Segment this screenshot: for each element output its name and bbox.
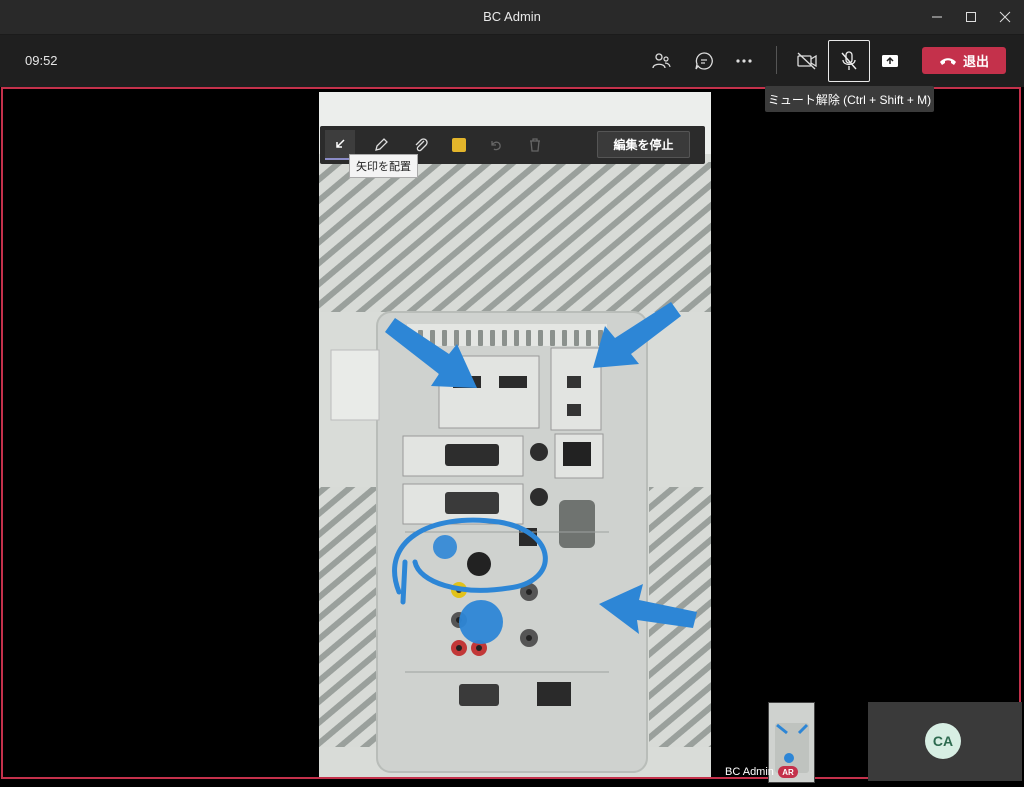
undo-button[interactable] [481, 130, 511, 160]
audio-in-2 [530, 488, 548, 506]
more-icon [736, 59, 752, 63]
stop-editing-button[interactable]: 編集を停止 [597, 131, 690, 158]
camera-off-icon [797, 52, 817, 70]
remote-participant-tile[interactable]: CA [868, 702, 1022, 781]
grille-left [319, 487, 379, 747]
place-arrow-tooltip: 矢印を配置 [349, 154, 418, 178]
self-name-label: BC Admin [725, 766, 774, 778]
annotation-stroke-2 [400, 559, 408, 605]
avatar: CA [925, 723, 961, 759]
leave-button[interactable]: 退出 [922, 47, 1006, 74]
serial-port [559, 500, 595, 548]
s-video-port [467, 552, 491, 576]
trash-icon [530, 138, 540, 152]
lan-port-2 [537, 682, 571, 706]
window-title: BC Admin [483, 9, 541, 24]
chat-icon [695, 52, 713, 70]
phone-hangup-icon [939, 57, 956, 65]
chat-button[interactable] [687, 44, 721, 78]
hdmi-port-4 [499, 376, 527, 388]
grille-top [319, 162, 711, 312]
side-cover [330, 349, 380, 421]
mute-tooltip: ミュート解除 (Ctrl + Shift + M) [765, 86, 934, 112]
more-options-button[interactable] [727, 44, 761, 78]
paperclip-icon [415, 138, 428, 152]
meeting-time: 09:52 [25, 53, 58, 68]
participants-icon [652, 53, 671, 69]
pencil-icon [375, 138, 388, 151]
camera-toggle-button[interactable] [790, 44, 824, 78]
close-button[interactable] [988, 0, 1022, 34]
share-icon [882, 55, 898, 67]
leave-label: 退出 [962, 54, 989, 69]
lan-port [563, 442, 591, 466]
s400-box [550, 347, 602, 431]
audio-in-1 [530, 443, 548, 461]
ar-badge: AR [778, 766, 798, 778]
color-swatch-icon [452, 138, 466, 152]
maximize-icon [966, 12, 976, 22]
participants-button[interactable] [644, 44, 678, 78]
mic-toggle-button[interactable] [828, 40, 870, 82]
delete-button[interactable] [520, 130, 550, 160]
minimize-button[interactable] [920, 0, 954, 34]
annotation-dot [459, 600, 503, 644]
toolbar-divider [776, 46, 777, 74]
vga-port [445, 492, 499, 514]
d-sub-port [459, 684, 499, 706]
undo-icon [491, 141, 501, 151]
mic-off-icon [841, 51, 857, 70]
dvi-port [445, 444, 499, 466]
minimize-icon [932, 16, 942, 18]
close-icon [999, 11, 1011, 23]
meeting-toolbar: 09:52 [0, 35, 1024, 87]
maximize-button[interactable] [954, 0, 988, 34]
title-bar: BC Admin [0, 0, 1024, 35]
vent-row [407, 324, 607, 346]
color-picker-button[interactable] [444, 130, 474, 160]
arrow-tool-icon [336, 139, 345, 148]
video-stage[interactable] [1, 87, 1021, 779]
shared-video-feed[interactable] [319, 92, 711, 779]
share-screen-button[interactable] [873, 44, 907, 78]
